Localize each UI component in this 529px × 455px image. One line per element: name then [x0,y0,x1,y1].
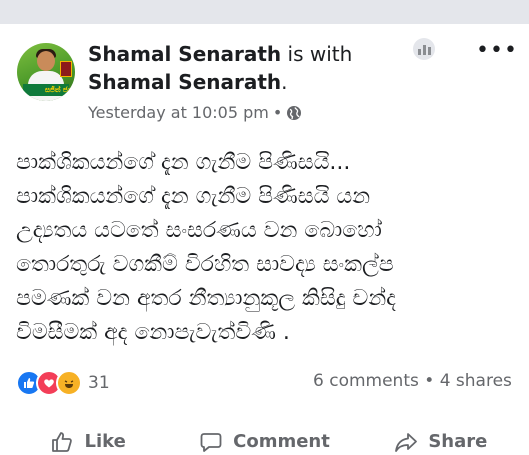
post-text-line: උද්‍යතය යටතේ සංසරණය වන බොහෝ [16,218,382,243]
reactions-summary[interactable]: 31 [16,370,110,396]
post-text-line: පාක්ශිකයන්ගේ දැන ගැනීම පිණිසයි... [16,150,351,175]
share-icon [395,432,418,452]
comment-icon [200,432,222,452]
meta-separator: • [272,103,283,122]
share-label: Share [428,431,488,452]
top-bar [0,0,529,24]
insights-icon[interactable] [413,38,435,60]
post-timestamp[interactable]: Yesterday at 10:05 pm [88,101,269,125]
like-button[interactable]: Like [0,428,176,455]
comments-count-link[interactable]: 6 comments [313,371,419,391]
profile-avatar[interactable]: සජිත් ජය [17,43,75,101]
thumbs-up-icon [52,431,73,452]
period-text: . [281,70,288,94]
author-name-link[interactable]: Shamal Senarath [88,42,281,66]
post-text-line: පමණක් වන අතර නීත්‍යානුකූල කිසිදු චන්ද [16,286,396,311]
more-options-icon[interactable]: ••• [476,40,518,62]
post-text-line: තොරතුරු වගකීම් විරහිත සාවද්‍ය සංකල්ප [16,252,394,277]
post-text-line: විමසීමක් අද නොපැවැත්විණි . [16,320,290,345]
post-actions: Like Comment Share [0,428,529,455]
post-text-line: පාක්ශිකයන්ගේ දැන ගැනීම පිණිසයි යන [16,184,371,209]
stats-separator: • [424,371,435,391]
reaction-count: 31 [88,373,110,393]
like-label: Like [84,431,126,452]
flag-icon [60,61,72,77]
haha-reaction-icon [56,370,82,396]
share-button[interactable]: Share [353,428,529,455]
avatar-banner-text: සජිත් ජය [45,86,73,94]
globe-icon[interactable] [286,105,302,121]
post-text: පාක්ශිකයන්ගේ දැන ගැනීම පිණිසයි... පාක්ශි… [16,146,516,350]
tagged-name-link[interactable]: Shamal Senarath [88,70,281,94]
post-header-title: Shamal Senarath is with Shamal Senarath. [88,40,428,96]
post-meta: Yesterday at 10:05 pm • [88,101,302,125]
comment-label: Comment [233,431,330,452]
post-stats: 6 comments • 4 shares [313,371,512,391]
shares-count-link[interactable]: 4 shares [440,371,512,391]
avatar-face [37,51,55,71]
with-text: is with [281,42,353,66]
comment-button[interactable]: Comment [176,428,352,455]
